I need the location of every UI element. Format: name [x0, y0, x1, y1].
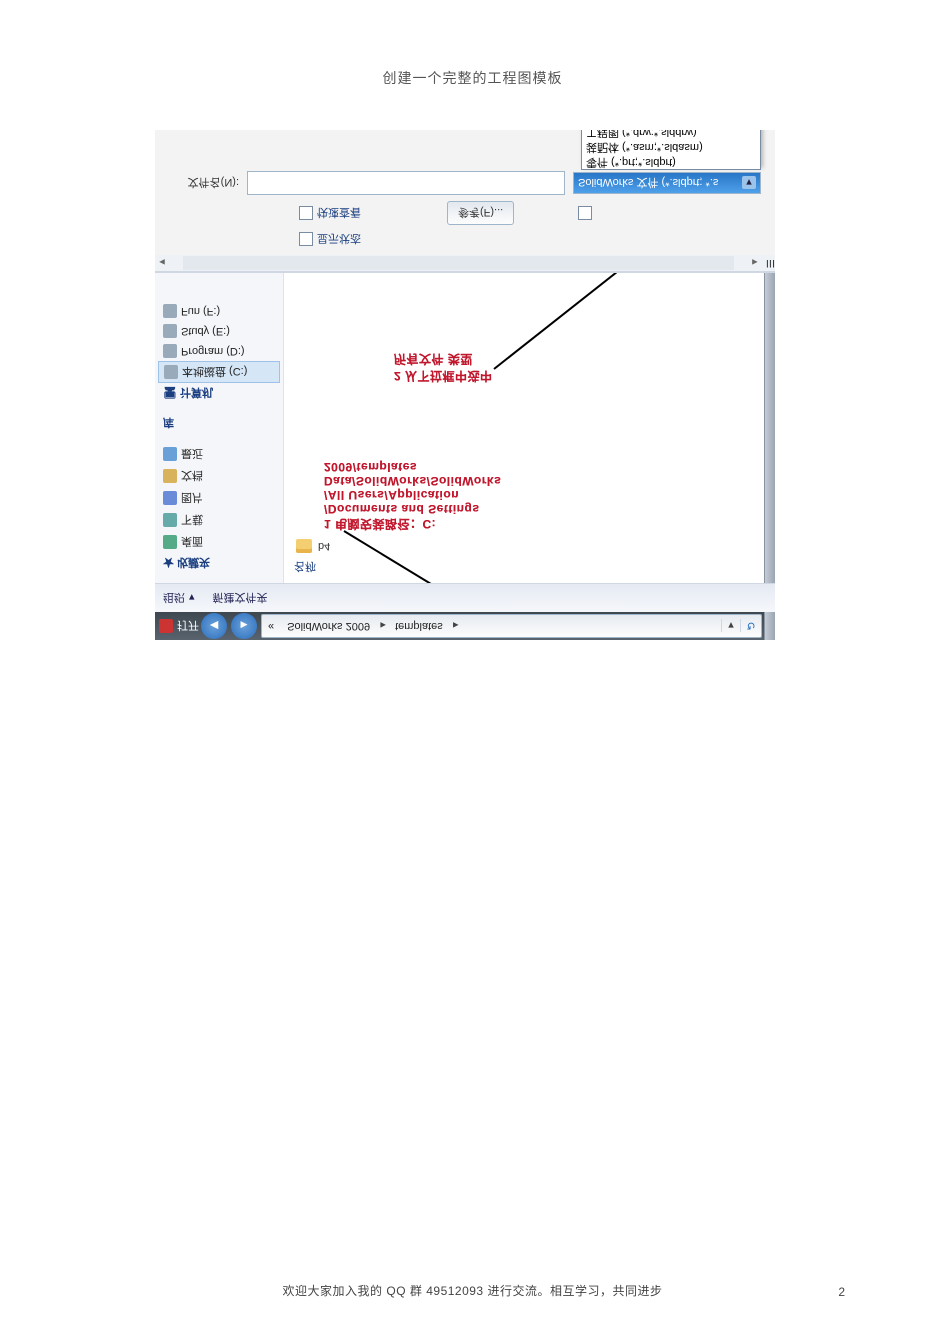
sidebar-drive-item[interactable]: Study (E:): [155, 321, 283, 341]
filetype-dropdown-list[interactable]: 零件 (*.prt;*.sldprt)装配体 (*.asm;*.sldasm)工…: [581, 130, 761, 170]
filename-input[interactable]: [247, 171, 565, 195]
display-state-checkbox[interactable]: 显示状态: [299, 231, 361, 247]
sidebar-group-favorites: ★ 收藏夹: [155, 553, 283, 577]
toolbar: 组织 ▾ 新建文件夹: [155, 583, 775, 612]
sidebar-item-label: Study (E:): [181, 325, 230, 337]
drive-icon: [163, 344, 177, 358]
pictures-icon: [163, 491, 177, 505]
horizontal-scrollbar[interactable]: ◂ ▸ III: [155, 255, 775, 272]
unknown-checkbox[interactable]: [578, 206, 592, 220]
sidebar-item-label: 桌面: [181, 534, 203, 550]
drive-icon: [163, 304, 177, 318]
sidebar-item[interactable]: 桌面: [155, 531, 283, 553]
breadcrumb-dropdown-icon[interactable]: «: [262, 615, 281, 637]
drive-icon: [164, 365, 178, 379]
main-area: ★ 收藏夹 桌面 下载 图片 文档 最近 库 🖥 计算机 本地磁盘 (C:) Progra…: [155, 272, 775, 583]
annotation-2: 2 从下拉框中选中 所有文件 类型: [394, 351, 493, 385]
breadcrumb[interactable]: « SolidWorks 2009 ▸ templates ▸ ▾ ↻: [261, 614, 762, 638]
page-title: 创建一个完整的工程图模板: [0, 0, 945, 88]
sidebar-group-computer: 🖥 计算机: [155, 383, 283, 407]
breadcrumb-history-icon[interactable]: ▾: [721, 620, 740, 633]
scroll-right-icon[interactable]: ▸: [748, 257, 762, 270]
bottom-panel: 显示状态 快速查看 参考(F)... 文件名(N): SolidWorks 文件…: [155, 130, 775, 255]
organize-button[interactable]: 组织: [163, 590, 185, 606]
file-list-area: 名称 b4 1 电脑安装路径：C: /Documents and Setting…: [284, 273, 764, 583]
sidebar-item-label: 最近: [181, 446, 203, 462]
chevron-right-icon: ▸: [450, 620, 462, 633]
reference-button[interactable]: 参考(F)...: [447, 201, 514, 225]
filetype-option[interactable]: 零件 (*.prt;*.sldprt): [582, 154, 760, 169]
folder-label: b4: [318, 540, 330, 552]
dropdown-icon[interactable]: ▾: [742, 177, 756, 190]
filetype-combo[interactable]: SolidWorks 文件 (*.sldprt; *.s▾: [573, 172, 761, 194]
open-dialog-screenshot: 打开 ◄ ▸ « SolidWorks 2009 ▸ templates ▸ ▾…: [155, 130, 775, 640]
chevron-right-icon: ▸: [377, 620, 389, 633]
preview-pane: [764, 273, 775, 583]
sidebar-item-label: Fun (F:): [181, 305, 220, 317]
scroll-left-icon[interactable]: ◂: [155, 257, 169, 270]
documents-icon: [163, 469, 177, 483]
view-mode-label: III: [766, 257, 775, 269]
filetype-option[interactable]: 装配体 (*.asm;*.sldasm): [582, 139, 760, 154]
filename-label: 文件名(N):: [169, 175, 239, 191]
sidebar-drive-item[interactable]: Fun (F:): [155, 301, 283, 321]
drive-icon: [163, 324, 177, 338]
sidebar-drive-item[interactable]: 本地磁盘 (C:): [158, 361, 280, 383]
refresh-icon[interactable]: ↻: [740, 620, 761, 633]
filetype-option[interactable]: 工程图 (*.drw;*.slddrw): [582, 130, 760, 139]
recent-icon: [163, 447, 177, 461]
annotation-1: 1 电脑安装路径：C: /Documents and Settings /All…: [324, 460, 501, 533]
sidebar-item-label: 本地磁盘 (C:): [182, 364, 247, 380]
column-header-name[interactable]: 名称: [284, 557, 764, 583]
sidebar-item-label: 图片: [181, 490, 203, 506]
breadcrumb-seg-2[interactable]: templates: [389, 615, 450, 637]
sidebar-item-label: 下载: [181, 512, 203, 528]
sidebar-item[interactable]: 下载: [155, 509, 283, 531]
sidebar-drive-item[interactable]: Program (D:): [155, 341, 283, 361]
list-item[interactable]: b4: [284, 535, 764, 557]
sidebar-item[interactable]: 图片: [155, 487, 283, 509]
nav-forward-button[interactable]: ▸: [231, 613, 257, 639]
sidebar-item[interactable]: 最近: [155, 443, 283, 465]
sidebar-item-label: 文档: [181, 468, 203, 484]
new-folder-button[interactable]: 新建文件夹: [213, 590, 268, 606]
quick-view-checkbox[interactable]: 快速查看: [299, 205, 361, 221]
titlebar: 打开 ◄ ▸ « SolidWorks 2009 ▸ templates ▸ ▾…: [155, 612, 775, 640]
folder-icon: [296, 539, 312, 553]
sidebar-group-library: 库: [155, 413, 283, 437]
page-footer: 欢迎大家加入我的 QQ 群 49512093 进行交流。相互学习，共同进步: [0, 1282, 945, 1299]
page-number: 2: [838, 1285, 845, 1299]
pdf-icon: [159, 619, 173, 633]
sidebar: ★ 收藏夹 桌面 下载 图片 文档 最近 库 🖥 计算机 本地磁盘 (C:) Progra…: [155, 273, 284, 583]
breadcrumb-seg-1[interactable]: SolidWorks 2009: [281, 615, 377, 637]
titlebar-open-label: 打开: [177, 618, 199, 634]
dropdown-icon[interactable]: ▾: [189, 592, 195, 605]
desktop-icon: [163, 535, 177, 549]
window-edge: [764, 612, 775, 640]
sidebar-item[interactable]: 文档: [155, 465, 283, 487]
nav-back-button[interactable]: ◄: [201, 613, 227, 639]
sidebar-item-label: Program (D:): [181, 345, 245, 357]
download-icon: [163, 513, 177, 527]
